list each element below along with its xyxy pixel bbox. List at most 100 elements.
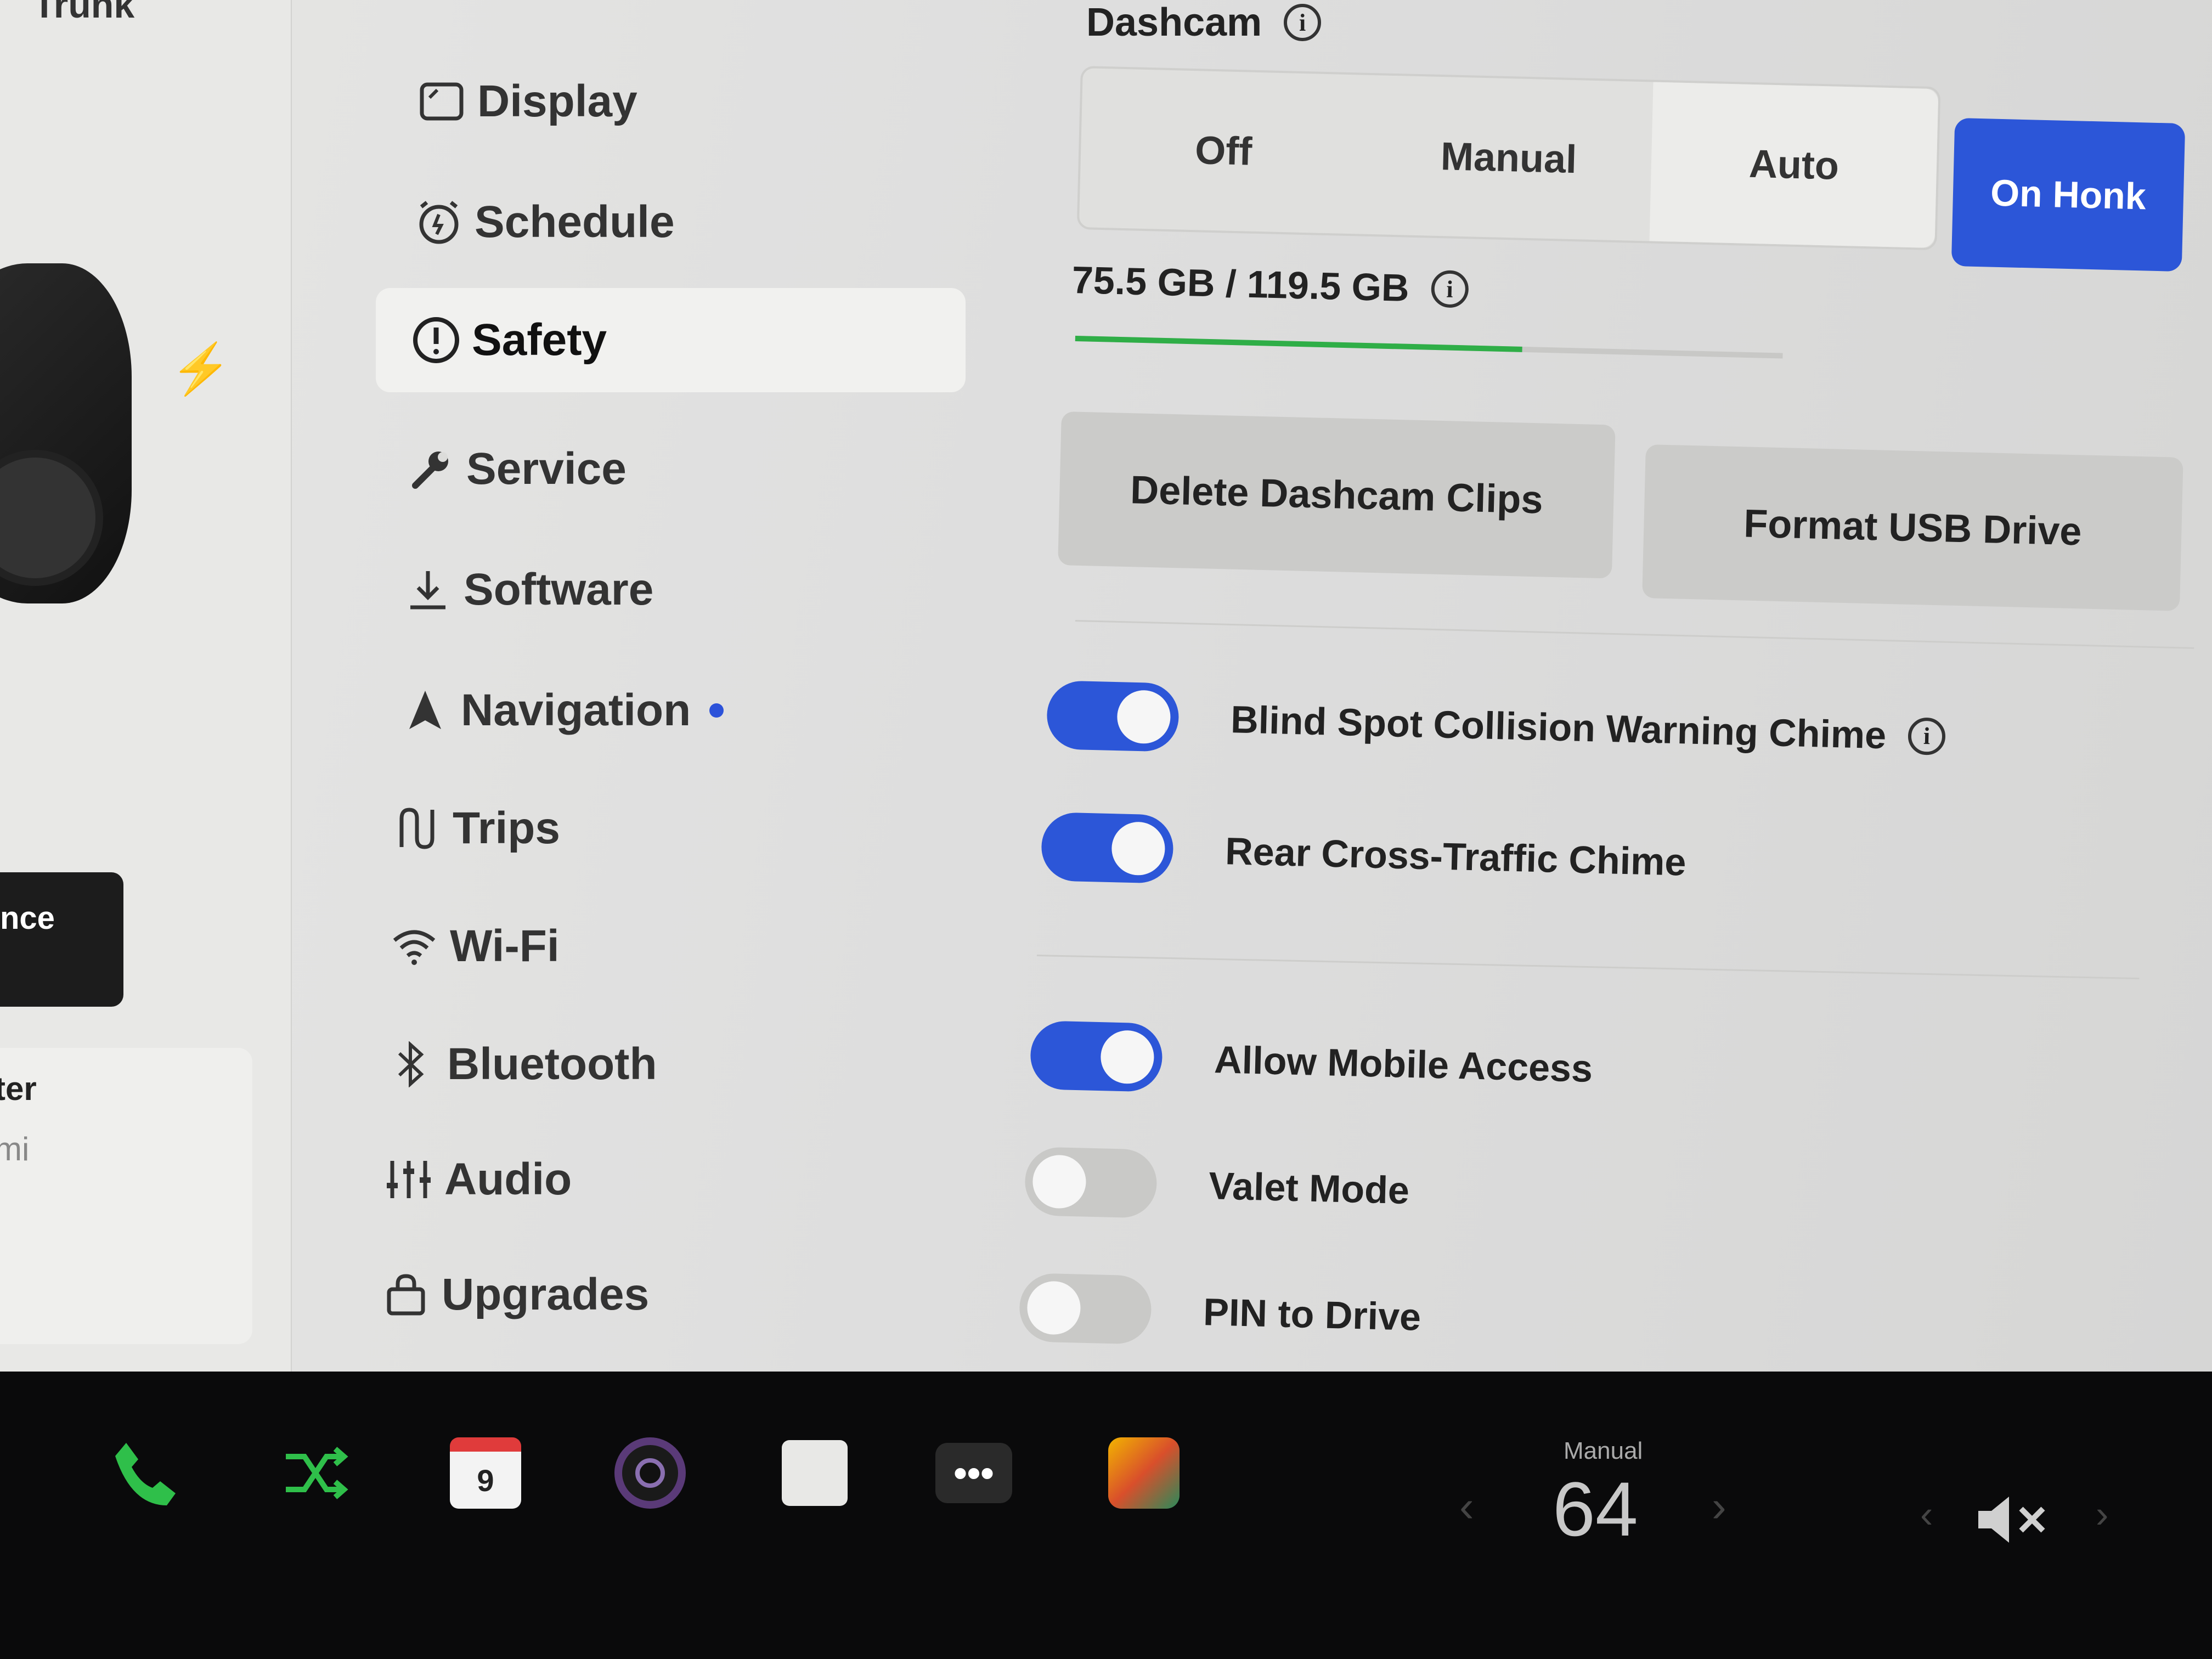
- valet-mode-row: Valet Mode: [1024, 1147, 1410, 1224]
- rear-cross-traffic-toggle[interactable]: [1040, 812, 1174, 884]
- toggle-knob: [1111, 821, 1166, 876]
- menu-item-navigation[interactable]: Navigation: [390, 664, 993, 757]
- valet-mode-toggle[interactable]: [1024, 1147, 1158, 1218]
- trips-icon: [381, 795, 453, 861]
- arcade-tile: [1108, 1437, 1180, 1509]
- volume-muted-icon[interactable]: [1975, 1492, 2052, 1560]
- settings-screen: Trunk ⚡ nce ter mi Display Schedule Sa: [0, 0, 2212, 1426]
- menu-item-trips[interactable]: Trips: [381, 782, 985, 875]
- camera-body: [614, 1437, 686, 1509]
- format-usb-drive-button[interactable]: Format USB Drive: [1642, 444, 2183, 611]
- toggle-knob: [1032, 1154, 1087, 1209]
- climate-mode-label: Manual: [1564, 1437, 1643, 1464]
- mobile-access-label: Allow Mobile Access: [1214, 1037, 1593, 1090]
- range-button[interactable]: nce: [0, 872, 123, 1007]
- storage-progress-bar: [1075, 336, 1783, 359]
- volume-up-chevron-icon[interactable]: ›: [2096, 1492, 2108, 1536]
- info-icon[interactable]: i: [1908, 716, 1946, 755]
- dashcam-option-auto[interactable]: Auto: [1649, 82, 1939, 249]
- pin-to-drive-row: PIN to Drive: [1018, 1273, 1422, 1351]
- menu-item-label: Safety: [472, 315, 607, 365]
- menu-item-label: Schedule: [475, 197, 675, 247]
- temp-decrease-chevron-icon[interactable]: ‹: [1459, 1481, 1474, 1532]
- temp-increase-chevron-icon[interactable]: ›: [1712, 1481, 1726, 1532]
- info-icon[interactable]: i: [1284, 4, 1322, 41]
- safety-icon: [400, 307, 472, 373]
- odometer-card: ter mi: [0, 1048, 252, 1344]
- menu-item-audio[interactable]: Audio: [373, 1133, 977, 1226]
- cabin-temperature[interactable]: 64: [1553, 1465, 1638, 1554]
- phone-icon[interactable]: [99, 1426, 192, 1520]
- toggle-label-text: Blind Spot Collision Warning Chime: [1230, 697, 1887, 757]
- wifi-icon: [379, 913, 450, 979]
- menu-item-bluetooth[interactable]: Bluetooth: [376, 1018, 979, 1111]
- arcade-icon[interactable]: [1097, 1426, 1190, 1520]
- blind-spot-chime-toggle[interactable]: [1046, 680, 1180, 752]
- menu-item-upgrades[interactable]: Upgrades: [370, 1248, 974, 1341]
- volume-down-chevron-icon[interactable]: ‹: [1920, 1492, 1933, 1536]
- menu-item-wifi[interactable]: Wi-Fi: [379, 900, 982, 993]
- mobile-access-row: Allow Mobile Access: [1029, 1020, 1594, 1103]
- dashcam-title: Dashcam i: [1086, 0, 1322, 45]
- menu-item-label: Trips: [453, 803, 560, 853]
- dashcam-option-manual[interactable]: Manual: [1364, 75, 1654, 241]
- menu-item-label: Wi-Fi: [450, 921, 560, 971]
- upgrades-icon: [370, 1262, 442, 1328]
- menu-item-display[interactable]: Display: [406, 55, 1009, 148]
- menu-item-label: Bluetooth: [447, 1039, 657, 1089]
- toybox-icon[interactable]: [768, 1426, 861, 1520]
- menu-item-label: Display: [477, 76, 637, 126]
- section-divider: [1075, 620, 2194, 649]
- blind-spot-chime-label: Blind Spot Collision Warning Chime i: [1230, 697, 1946, 759]
- info-icon[interactable]: i: [1430, 269, 1469, 308]
- pin-to-drive-toggle[interactable]: [1018, 1273, 1152, 1345]
- menu-item-software[interactable]: Software: [392, 543, 996, 636]
- shuffle-icon[interactable]: [269, 1426, 362, 1520]
- more-apps-icon[interactable]: •••: [927, 1426, 1020, 1520]
- toggle-knob: [1026, 1280, 1081, 1335]
- valet-mode-label: Valet Mode: [1208, 1164, 1410, 1212]
- menu-item-label: Software: [464, 565, 654, 614]
- card-title: ter: [0, 1070, 37, 1107]
- navigation-icon: [390, 678, 461, 743]
- blind-spot-chime-row: Blind Spot Collision Warning Chime i: [1046, 680, 1946, 771]
- menu-item-label: Audio: [444, 1154, 572, 1204]
- delete-dashcam-clips-button[interactable]: Delete Dashcam Clips: [1058, 411, 1616, 579]
- rear-cross-traffic-row: Rear Cross-Traffic Chime: [1040, 812, 1687, 896]
- display-icon: [406, 69, 477, 134]
- more-apps-label: •••: [935, 1443, 1012, 1503]
- trunk-label[interactable]: Trunk: [33, 0, 134, 26]
- calendar-icon[interactable]: 9: [439, 1426, 532, 1520]
- menu-item-label: Upgrades: [442, 1269, 650, 1319]
- mobile-access-toggle[interactable]: [1029, 1020, 1163, 1092]
- bluetooth-icon: [376, 1031, 447, 1097]
- audio-icon: [373, 1147, 444, 1212]
- range-button-label: nce: [0, 900, 55, 936]
- on-honk-button[interactable]: On Honk: [1951, 117, 2186, 272]
- menu-item-schedule[interactable]: Schedule: [403, 176, 1007, 269]
- menu-item-safety[interactable]: Safety: [376, 288, 966, 392]
- rear-cross-traffic-label: Rear Cross-Traffic Chime: [1224, 829, 1687, 884]
- storage-usage: 75.5 GB / 119.5 GB i: [1071, 258, 1469, 312]
- download-icon: [392, 557, 464, 623]
- menu-item-label: Service: [466, 444, 627, 494]
- toybox-tile: [782, 1440, 848, 1506]
- menu-item-label: Navigation: [461, 685, 691, 735]
- menu-item-service[interactable]: Service: [395, 422, 998, 516]
- dashcam-title-text: Dashcam: [1086, 1, 1262, 44]
- dashcam-option-off[interactable]: Off: [1079, 68, 1368, 234]
- camera-lens: [635, 1458, 665, 1488]
- car-panel: Trunk ⚡ nce ter mi: [0, 0, 292, 1393]
- pin-to-drive-label: PIN to Drive: [1203, 1290, 1421, 1339]
- dashcam-mode-selector: Off Manual Auto: [1076, 66, 1941, 251]
- toggle-knob: [1116, 690, 1171, 744]
- camera-icon[interactable]: [603, 1426, 697, 1520]
- card-unit: mi: [0, 1131, 30, 1167]
- charge-port-icon[interactable]: ⚡: [170, 340, 232, 398]
- update-badge: [709, 703, 724, 718]
- storage-progress-fill: [1075, 336, 1523, 352]
- toggle-knob: [1100, 1030, 1155, 1085]
- calendar-day: 9: [450, 1437, 521, 1509]
- schedule-icon: [403, 189, 475, 255]
- wrench-icon: [395, 436, 466, 502]
